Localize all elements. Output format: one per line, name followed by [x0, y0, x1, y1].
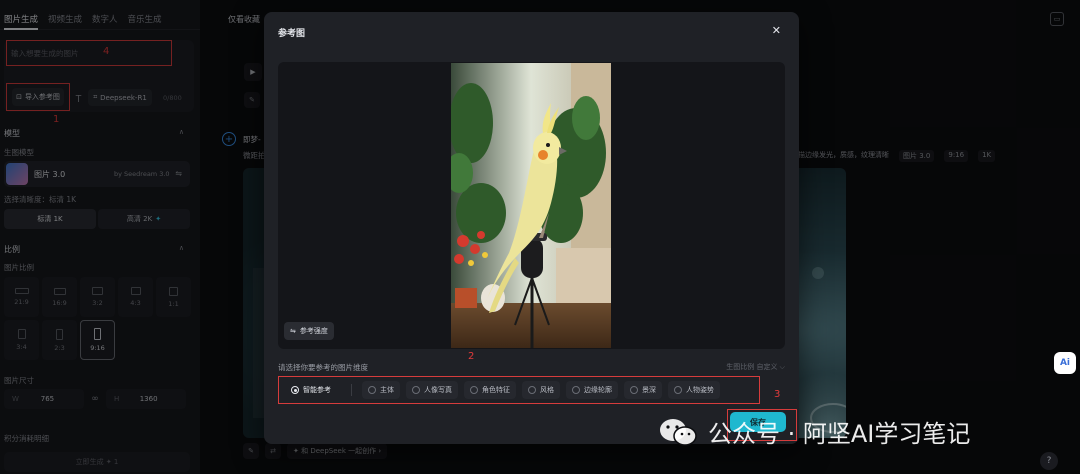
strength-label: 参考强度	[299, 327, 328, 335]
watermark: 公众号 · 阿坚AI学习笔记	[658, 414, 970, 449]
dimension-label: 人像写真	[424, 386, 452, 394]
dimension-portrait[interactable]: 人像写真	[406, 381, 458, 399]
radio-dot	[630, 386, 638, 394]
radio-dot	[412, 386, 420, 394]
cockatiel-photo-art	[451, 63, 611, 348]
dimension-label: 边缘轮廓	[584, 386, 612, 394]
radio-dot	[291, 386, 299, 394]
reference-image-modal: 参考图 ✕ ⇋ 参考强度 2 请选择你要参考的图片维度 生图比例 自定义 ⌵ 智…	[264, 12, 799, 444]
close-icon[interactable]: ✕	[772, 24, 781, 37]
dimension-label: 风格	[540, 386, 554, 394]
reference-strength-button[interactable]: ⇋ 参考强度	[284, 322, 334, 340]
ratio-hint[interactable]: 生图比例 自定义 ⌵	[726, 362, 785, 372]
divider	[351, 384, 352, 396]
smart-ref-label: 智能参考	[303, 386, 331, 394]
dimension-prompt: 请选择你要参考的图片维度	[278, 363, 368, 372]
reference-photo	[451, 63, 611, 348]
dimension-pose[interactable]: 人物姿势	[668, 381, 720, 399]
ai-assistant-icon[interactable]: Ai	[1054, 352, 1076, 374]
dimension-depth[interactable]: 景深	[624, 381, 662, 399]
dimension-label: 角色特征	[482, 386, 510, 394]
radio-dot	[528, 386, 536, 394]
wechat-logo-icon	[660, 418, 697, 446]
watermark-text: 公众号 · 阿坚AI学习笔记	[708, 420, 971, 448]
dimension-style[interactable]: 风格	[522, 381, 560, 399]
dimension-edge[interactable]: 边缘轮廓	[566, 381, 618, 399]
annotation-2: 2	[468, 351, 475, 362]
help-icon[interactable]: ?	[1040, 452, 1058, 470]
radio-dot	[572, 386, 580, 394]
dimension-character[interactable]: 角色特征	[464, 381, 516, 399]
dimension-label: 人物姿势	[686, 386, 714, 394]
adjust-icon: ⇋	[290, 327, 296, 335]
annotation-3: 3	[774, 389, 781, 400]
dimension-label: 景深	[642, 386, 656, 394]
modal-title: 参考图	[278, 29, 306, 39]
dimension-options: 智能参考 主体 人像写真 角色特征 风格 边缘轮廓 景深 人物姿势	[278, 376, 760, 404]
radio-dot	[674, 386, 682, 394]
app-root: 图片生成 视频生成 数字人 音乐生成 4 ⊡ 导入参考图 1 Ｔ ⌗ Deeps…	[0, 0, 1080, 474]
dimension-smart-reference[interactable]: 智能参考	[285, 381, 337, 399]
radio-dot	[470, 386, 478, 394]
dimension-label: 主体	[380, 386, 394, 394]
reference-preview: ⇋ 参考强度	[278, 62, 785, 349]
dimension-subject[interactable]: 主体	[362, 381, 400, 399]
radio-dot	[368, 386, 376, 394]
